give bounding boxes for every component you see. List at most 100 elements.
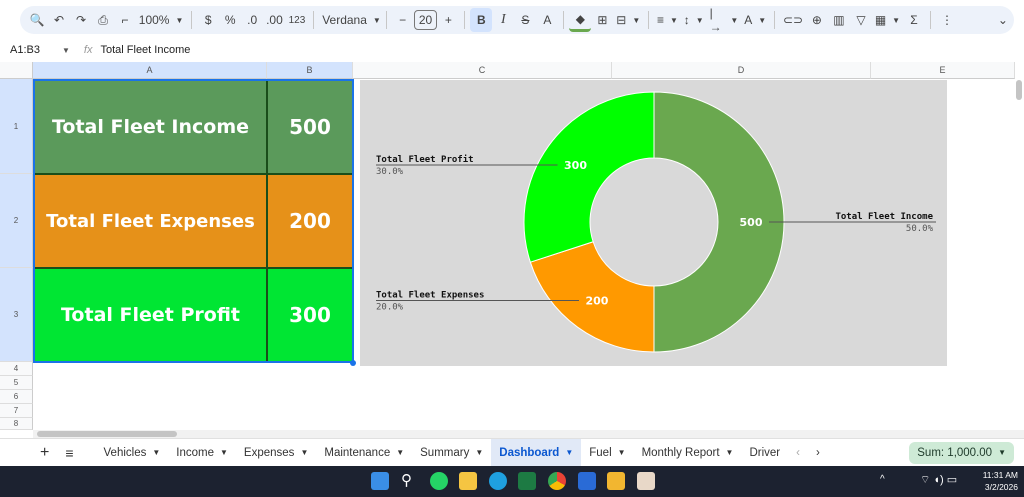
column-header-c[interactable]: C xyxy=(353,62,612,79)
tab-menu-caret-icon[interactable]: ▼ xyxy=(396,448,404,457)
undo-icon[interactable]: ↶ xyxy=(48,8,70,32)
cell-income-value[interactable]: 500 xyxy=(267,79,353,174)
tab-fuel[interactable]: Fuel▼ xyxy=(581,439,633,467)
font-size-increase-button[interactable]: + xyxy=(437,8,459,32)
formula-input[interactable]: Total Fleet Income xyxy=(100,44,190,56)
link-icon[interactable]: ⊂⊃ xyxy=(780,8,806,32)
all-sheets-button[interactable]: ≡ xyxy=(57,439,81,467)
sum-explore-button[interactable]: Sum: 1,000.00▼ xyxy=(909,442,1014,464)
decrease-decimal-button[interactable]: .0 xyxy=(241,8,263,32)
tab-monthly-report[interactable]: Monthly Report▼ xyxy=(634,439,742,467)
add-sheet-button[interactable]: + xyxy=(32,439,57,467)
donut-chart[interactable]: 500Total Fleet Income50.0%200Total Fleet… xyxy=(360,80,947,366)
row-header-3[interactable]: 3 xyxy=(0,268,33,362)
row-header-2[interactable]: 2 xyxy=(0,174,33,268)
horizontal-scrollbar-track[interactable] xyxy=(33,430,1024,438)
name-box-dropdown-icon[interactable]: ▼ xyxy=(62,46,70,55)
cell-profit-value[interactable]: 300 xyxy=(267,268,353,362)
tab-vehicles[interactable]: Vehicles▼ xyxy=(96,439,169,467)
cell-profit-label[interactable]: Total Fleet Profit xyxy=(34,268,267,362)
comment-icon[interactable]: ⊕ xyxy=(806,8,828,32)
app-icon[interactable] xyxy=(637,472,655,490)
more-icon[interactable]: ⋮ xyxy=(936,8,958,32)
zoom-select[interactable]: 100%▼ xyxy=(136,8,186,32)
tray-chevron-icon[interactable]: ^ xyxy=(880,474,885,485)
fill-color-icon[interactable]: ◆ xyxy=(569,8,591,32)
outlook-icon[interactable] xyxy=(578,472,596,490)
horizontal-align-icon[interactable]: ≡▼ xyxy=(654,8,681,32)
tab-driver[interactable]: Driver xyxy=(741,439,788,467)
print-icon[interactable]: ⎙ xyxy=(92,8,114,32)
chart-icon[interactable]: ▥ xyxy=(828,8,850,32)
tab-maintenance[interactable]: Maintenance▼ xyxy=(316,439,412,467)
text-rotation-icon[interactable]: A▼ xyxy=(741,8,769,32)
functions-icon[interactable]: Σ xyxy=(903,8,925,32)
font-size-input[interactable]: 20 xyxy=(414,10,438,30)
collapse-chevron-icon[interactable]: ⌄ xyxy=(992,8,1014,32)
strikethrough-icon[interactable]: S xyxy=(514,8,536,32)
vertical-scrollbar-thumb[interactable] xyxy=(1016,80,1022,100)
currency-button[interactable]: $ xyxy=(197,8,219,32)
percent-button[interactable]: % xyxy=(219,8,241,32)
scroll-tabs-left-button[interactable]: ‹ xyxy=(788,439,808,467)
column-header-b[interactable]: B xyxy=(267,62,353,79)
column-header-d[interactable]: D xyxy=(612,62,871,79)
tab-expenses[interactable]: Expenses ▼ xyxy=(236,439,316,467)
filter-views-icon[interactable]: ▦▼ xyxy=(872,8,903,32)
search-menus-icon[interactable]: 🔍 xyxy=(26,8,48,32)
italic-button[interactable]: I xyxy=(492,8,514,32)
sticky-notes-icon[interactable] xyxy=(607,472,625,490)
cell-income-label[interactable]: Total Fleet Income xyxy=(34,79,267,174)
start-icon[interactable] xyxy=(371,472,389,490)
tab-menu-caret-icon[interactable]: ▼ xyxy=(220,448,228,457)
clock[interactable]: 11:31 AM3/2/2026 xyxy=(972,469,1018,493)
column-header-e[interactable]: E xyxy=(871,62,1015,79)
network-volume-battery-icon[interactable]: ⌔ ◖) ▭ xyxy=(920,473,957,487)
font-size-decrease-button[interactable]: − xyxy=(392,8,414,32)
more-formats-button[interactable]: 123 xyxy=(286,8,309,32)
select-all-corner[interactable] xyxy=(0,62,33,79)
filter-icon[interactable]: ▽ xyxy=(850,8,872,32)
text-color-button[interactable]: A xyxy=(536,8,558,32)
column-header-a[interactable]: A xyxy=(33,62,267,79)
row-header-7[interactable]: 7 xyxy=(0,404,33,418)
tab-menu-caret-icon[interactable]: ▼ xyxy=(618,448,626,457)
horizontal-scrollbar-thumb[interactable] xyxy=(37,431,177,437)
font-select[interactable]: Verdana▼ xyxy=(319,8,380,32)
tab-dashboard[interactable]: Dashboard▼ xyxy=(491,439,581,467)
tab-summary[interactable]: Summary▼ xyxy=(412,439,491,467)
chrome-icon[interactable] xyxy=(548,472,566,490)
merge-cells-icon[interactable]: ⊟▼ xyxy=(613,8,643,32)
tab-menu-caret-icon[interactable]: ▼ xyxy=(300,448,308,457)
increase-decimal-button[interactable]: .00 xyxy=(263,8,286,32)
row-header-1[interactable]: 1 xyxy=(0,79,33,174)
name-box[interactable]: A1:B3 xyxy=(10,44,62,56)
bold-button[interactable]: B xyxy=(470,8,492,32)
selection-fill-handle[interactable] xyxy=(350,360,356,366)
tab-menu-caret-icon[interactable]: ▼ xyxy=(726,448,734,457)
whatsapp-icon[interactable] xyxy=(430,472,448,490)
row-header-5[interactable]: 5 xyxy=(0,376,33,390)
paint-format-icon[interactable]: ⌐ xyxy=(114,8,136,32)
scroll-tabs-right-button[interactable]: › xyxy=(808,439,828,467)
tab-income[interactable]: Income▼ xyxy=(168,439,236,467)
file-explorer-icon[interactable] xyxy=(459,472,477,490)
edge-icon[interactable] xyxy=(489,472,507,490)
cell-expenses-label[interactable]: Total Fleet Expenses xyxy=(34,174,267,268)
tab-label: Expenses xyxy=(244,447,295,459)
tab-menu-caret-icon[interactable]: ▼ xyxy=(565,448,573,457)
tab-menu-caret-icon[interactable]: ▼ xyxy=(475,448,483,457)
slice-total-fleet-profit[interactable] xyxy=(524,92,654,262)
row-header-6[interactable]: 6 xyxy=(0,390,33,404)
vertical-align-icon[interactable]: ↕▼ xyxy=(681,8,707,32)
slice-total-fleet-income[interactable] xyxy=(654,92,784,352)
row-header-8[interactable]: 8 xyxy=(0,418,33,430)
search-icon[interactable]: ⚲ xyxy=(401,471,419,489)
redo-icon[interactable]: ↷ xyxy=(70,8,92,32)
borders-icon[interactable]: ⊞ xyxy=(591,8,613,32)
tab-menu-caret-icon[interactable]: ▼ xyxy=(152,448,160,457)
text-wrap-icon[interactable]: |→▼ xyxy=(707,8,742,32)
excel-icon[interactable] xyxy=(518,472,536,490)
row-header-4[interactable]: 4 xyxy=(0,362,33,376)
cell-expenses-value[interactable]: 200 xyxy=(267,174,353,268)
